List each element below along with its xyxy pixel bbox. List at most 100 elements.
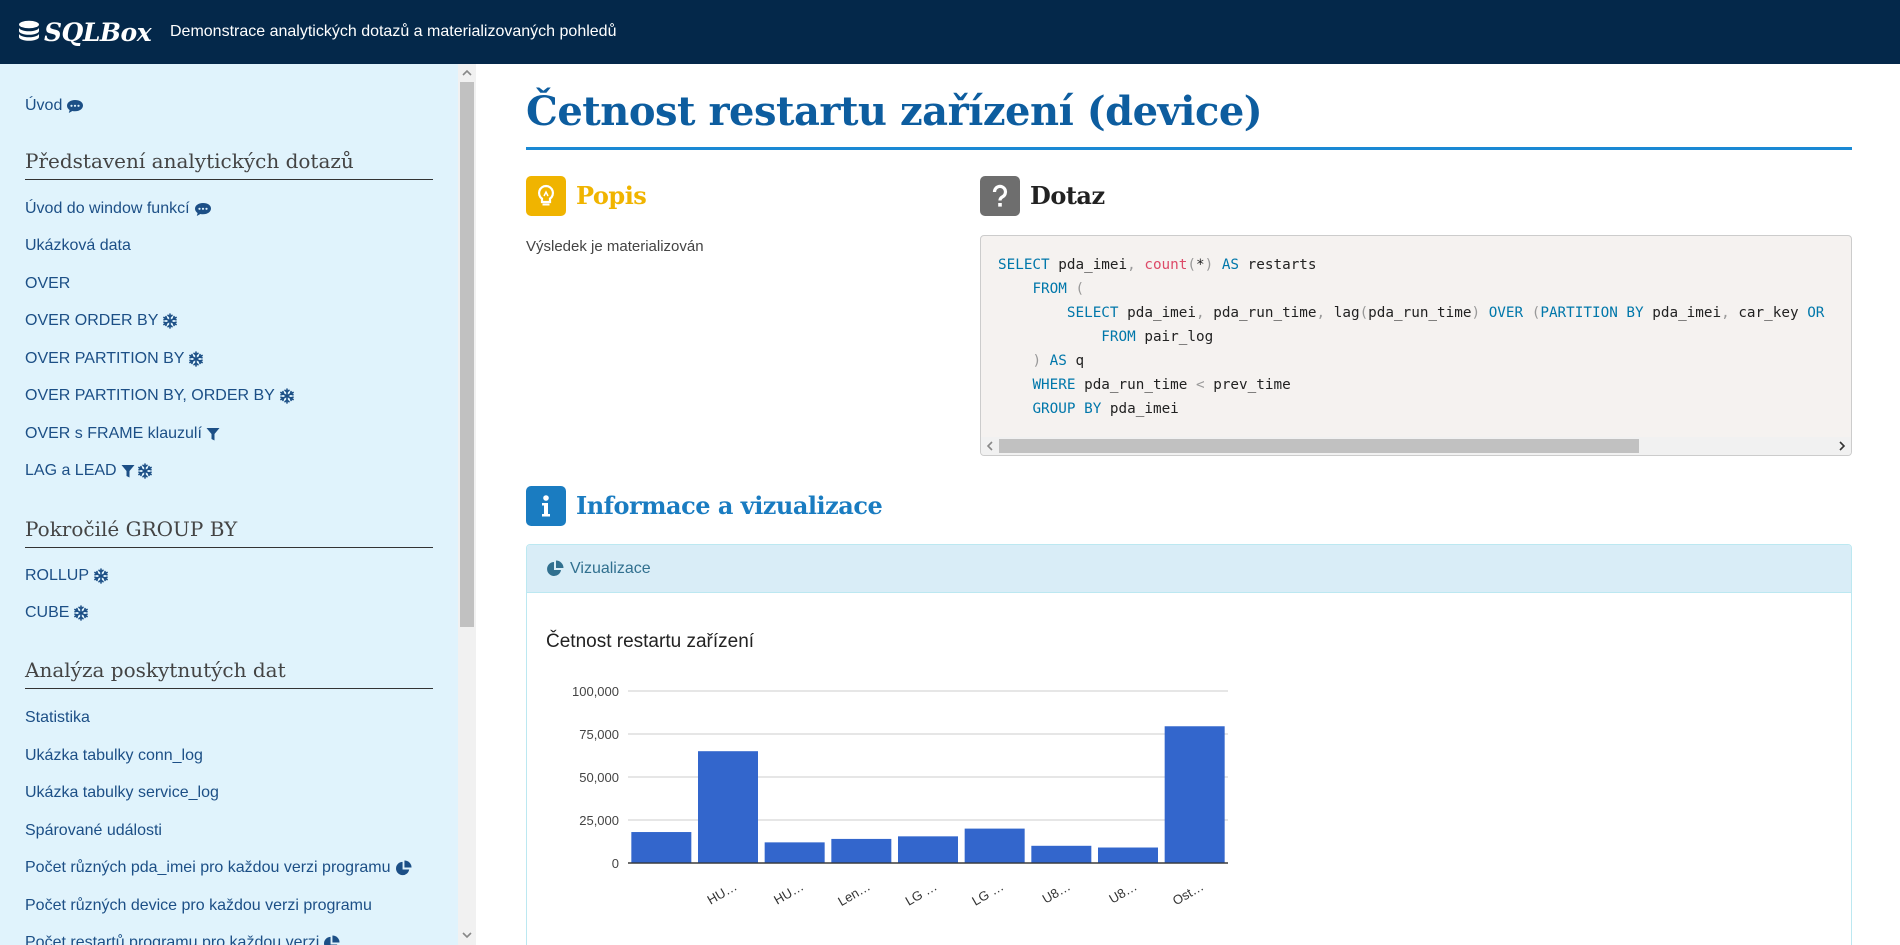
sidebar-item-1-1[interactable]: CUBE xyxy=(25,604,89,622)
sidebar-item-label: CUBE xyxy=(25,604,70,621)
pie-chart-icon xyxy=(323,934,340,945)
x-tick-label: HU… xyxy=(771,879,806,908)
sidebar-item-0-4[interactable]: OVER PARTITION BY xyxy=(25,350,204,368)
snowflake-icon xyxy=(73,605,89,621)
description-text: Výsledek je materializován xyxy=(526,238,704,255)
y-tick-label: 100,000 xyxy=(572,684,619,699)
sidebar-item-label: OVER xyxy=(25,275,71,292)
code-line: SELECT pda_imei, pda_run_time, lag(pda_r… xyxy=(1066,305,1825,321)
sidebar-item-label: OVER PARTITION BY, ORDER BY xyxy=(25,387,275,404)
question-icon xyxy=(992,184,1008,207)
scroll-left-arrow-icon[interactable] xyxy=(985,441,995,451)
sidebar-item-0-5[interactable]: OVER PARTITION BY, ORDER BY xyxy=(25,387,295,405)
sidebar-item-2-5[interactable]: Počet různých device pro každou verzi pr… xyxy=(25,897,372,915)
snowflake-icon xyxy=(93,568,109,584)
sidebar-item-uvod[interactable]: Úvod xyxy=(25,97,84,115)
visualization-panel: Vizualizace Četnost restartu zařízení 0 2… xyxy=(526,544,1852,945)
bar xyxy=(631,832,692,863)
sidebar-item-0-3[interactable]: OVER ORDER BY xyxy=(25,312,178,330)
x-tick-label: Len… xyxy=(835,879,873,909)
info-heading: Informace a vizualizace xyxy=(576,491,883,520)
sidebar-scrollbar[interactable] xyxy=(458,64,476,945)
x-tick-label: HU… xyxy=(704,879,739,908)
snowflake-icon xyxy=(137,463,153,479)
sidebar-item-0-7[interactable]: LAG a LEAD xyxy=(25,462,153,480)
code-horizontal-scrollbar[interactable] xyxy=(981,437,1851,455)
lightbulb-badge xyxy=(526,176,566,216)
code-line: WHERE pda_run_time < prev_time xyxy=(1032,377,1291,393)
chart-title: Četnost restartu zařízení xyxy=(546,631,755,652)
sidebar-item-2-0[interactable]: Statistika xyxy=(25,709,90,727)
pie-chart-icon xyxy=(395,859,412,877)
x-tick-label: U8… xyxy=(1106,879,1139,907)
code-line: ) AS q xyxy=(1032,353,1085,369)
bar xyxy=(698,751,758,863)
sidebar-item-label: Úvod do window funkcí xyxy=(25,200,190,217)
snowflake-icon xyxy=(279,388,295,404)
lightbulb-icon xyxy=(537,184,555,206)
sidebar-item-0-1[interactable]: Ukázková data xyxy=(25,237,131,255)
sidebar: Úvod Představení analytických dotazů Úvod … xyxy=(0,64,458,945)
sidebar-item-2-6[interactable]: Počet restartů programu pro každou verzi xyxy=(25,934,340,945)
bar xyxy=(1098,847,1158,863)
comment-icon xyxy=(66,99,84,114)
x-tick-label: U8… xyxy=(1040,879,1073,907)
y-tick-label: 75,000 xyxy=(579,727,619,742)
brand-logo[interactable]: SQLBox xyxy=(18,18,170,47)
code-line: SELECT pda_imei, count(*) AS restarts xyxy=(998,257,1317,273)
sidebar-section-heading: Analýza poskytnutých dat xyxy=(25,658,433,689)
sidebar-item-label: Ukázka tabulky conn_log xyxy=(25,747,203,764)
filter-icon xyxy=(121,464,135,479)
comment-icon xyxy=(194,202,212,217)
sidebar-section-heading-text: Pokročilé GROUP BY xyxy=(25,517,238,541)
bar xyxy=(1031,845,1092,863)
sidebar-item-label: Spárované události xyxy=(25,822,162,839)
sidebar-item-2-3[interactable]: Spárované události xyxy=(25,822,162,840)
question-badge xyxy=(980,176,1020,216)
sidebar-item-0-0[interactable]: Úvod do window funkcí xyxy=(25,200,212,218)
filter-icon xyxy=(206,427,220,442)
sidebar-item-label: OVER s FRAME klauzulí xyxy=(25,425,202,442)
sidebar-section-heading-text: Představení analytických dotazů xyxy=(25,149,354,173)
sidebar-item-0-2[interactable]: OVER xyxy=(25,275,70,293)
info-icon xyxy=(542,495,550,517)
code-scroll-thumb[interactable] xyxy=(999,439,1639,453)
sidebar-item-2-4[interactable]: Počet různých pda_imei pro každou verzi … xyxy=(25,859,412,877)
sidebar-item-2-1[interactable]: Ukázka tabulky conn_log xyxy=(25,747,203,765)
sidebar-scroll-thumb[interactable] xyxy=(460,82,474,627)
panel-title: Vizualizace xyxy=(570,559,651,577)
sidebar-item-label: Úvod xyxy=(25,97,63,114)
sidebar-section-heading-text: Analýza poskytnutých dat xyxy=(25,658,286,682)
scroll-up-arrow-icon[interactable] xyxy=(462,68,472,78)
panel-header[interactable]: Vizualizace xyxy=(527,545,1851,593)
sidebar-item-1-0[interactable]: ROLLUP xyxy=(25,567,109,585)
code-line: GROUP BY pda_imei xyxy=(1032,401,1179,417)
sql-code: SELECT pda_imei, count(*) AS restarts FR… xyxy=(998,253,1824,421)
bar xyxy=(964,828,1025,863)
database-icon xyxy=(19,20,39,41)
snowflake-icon xyxy=(162,313,178,329)
sidebar-item-2-2[interactable]: Ukázka tabulky service_log xyxy=(25,784,219,802)
y-tick-label: 50,000 xyxy=(579,770,619,785)
sidebar-item-0-6[interactable]: OVER s FRAME klauzulí xyxy=(25,425,220,443)
bar xyxy=(831,838,892,863)
scroll-down-arrow-icon[interactable] xyxy=(462,930,472,940)
sidebar-item-label: Počet restartů programu pro každou verzi xyxy=(25,934,320,945)
sidebar-item-label: LAG a LEAD xyxy=(25,462,117,479)
sidebar-item-label: Počet různých device pro každou verzi pr… xyxy=(25,897,372,914)
x-tick-label: Ost… xyxy=(1170,879,1206,909)
bar-chart: 0 25,000 50,000 75,000 100,000 HU… HU… Len… LG …… xyxy=(572,684,1228,909)
brand-name: SQLBox xyxy=(44,17,152,47)
x-tick-label: LG … xyxy=(969,879,1006,909)
bar xyxy=(764,842,825,863)
sidebar-section-heading: Pokročilé GROUP BY xyxy=(25,517,433,548)
scroll-right-arrow-icon[interactable] xyxy=(1837,441,1847,451)
sql-code-block[interactable]: SELECT pda_imei, count(*) AS restarts FR… xyxy=(980,235,1852,456)
pie-chart-icon xyxy=(547,560,564,576)
page-title: Četnost restartu zařízení (device) xyxy=(526,88,1852,150)
sidebar-item-label: OVER PARTITION BY xyxy=(25,350,185,367)
sidebar-item-label: Ukázka tabulky service_log xyxy=(25,784,219,801)
code-line: FROM ( xyxy=(1032,281,1085,297)
snowflake-icon xyxy=(188,351,204,367)
main-content: Četnost restartu zařízení (device) Popis… xyxy=(526,64,1852,945)
